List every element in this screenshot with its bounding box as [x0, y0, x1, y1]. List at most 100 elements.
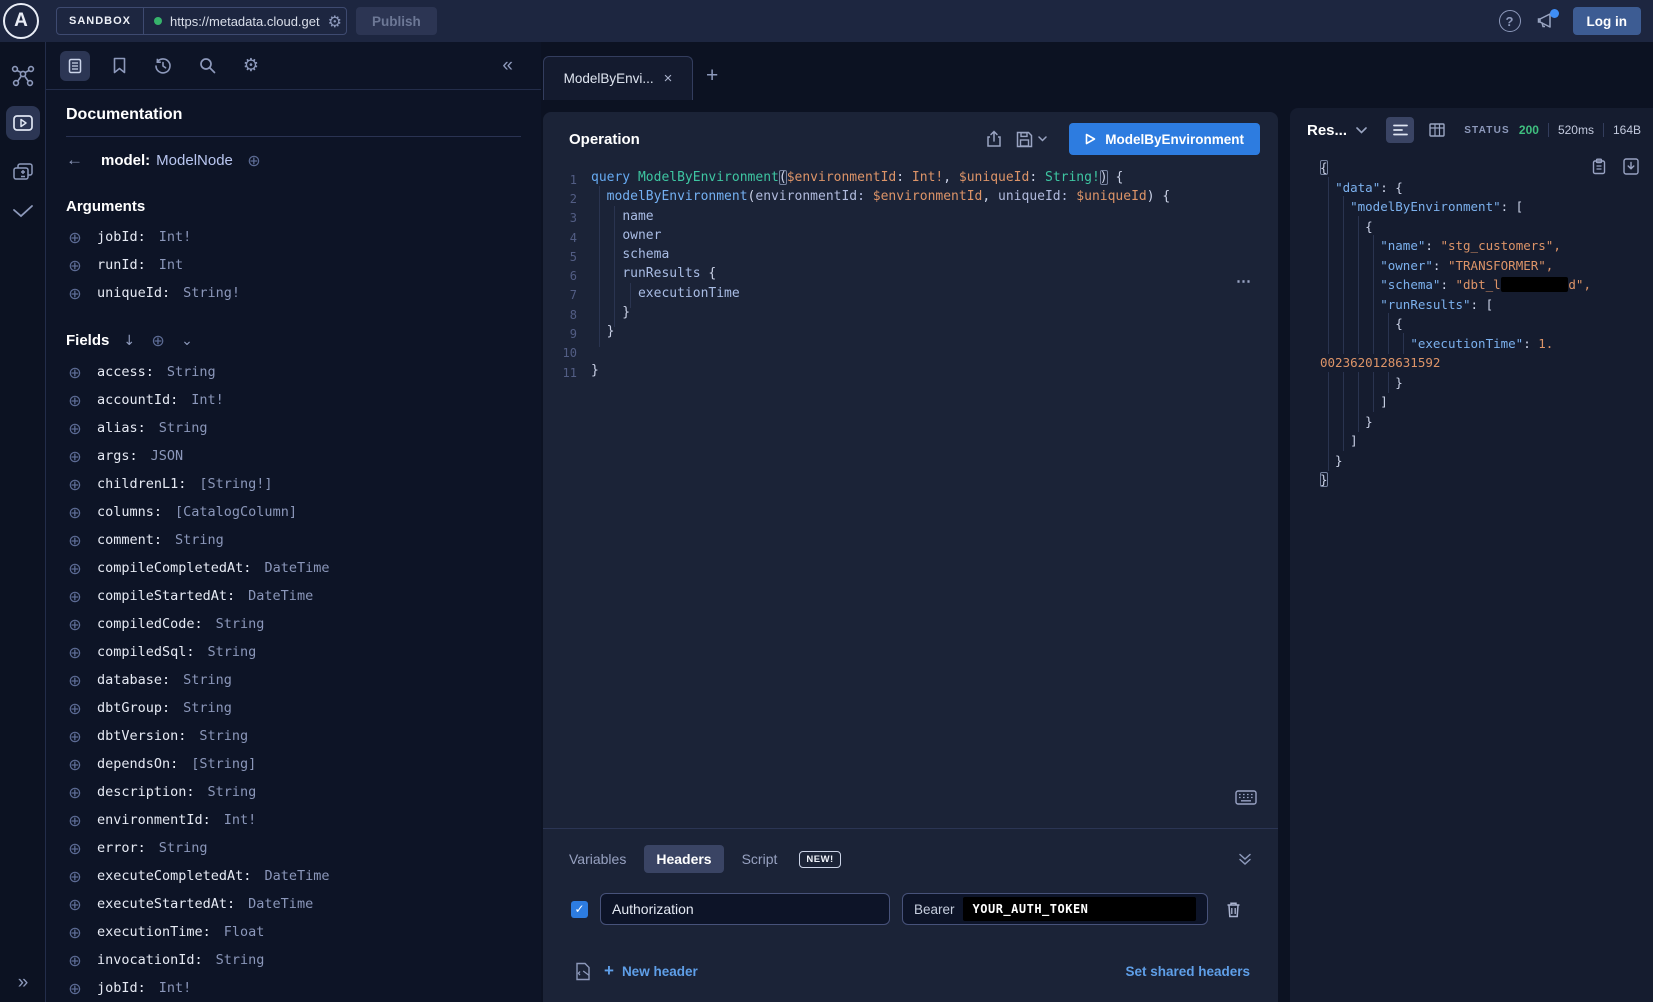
add-field-icon[interactable]: ⊕: [66, 867, 84, 886]
add-field-icon[interactable]: ⊕: [66, 979, 84, 998]
field-name[interactable]: jobId:: [97, 980, 146, 996]
field-name[interactable]: childrenL1:: [97, 476, 186, 492]
field-name[interactable]: compiledSql:: [97, 644, 195, 660]
field-type[interactable]: Int!: [191, 392, 224, 408]
add-field-icon[interactable]: ⊕: [66, 503, 84, 522]
field-name[interactable]: columns:: [97, 504, 162, 520]
sort-fields-icon[interactable]: ↓: [123, 333, 135, 349]
field-type[interactable]: String: [208, 784, 257, 800]
tab-headers[interactable]: Headers: [644, 845, 723, 873]
add-field-icon[interactable]: ⊕: [66, 755, 84, 774]
field-type[interactable]: String: [208, 644, 257, 660]
field-name[interactable]: alias:: [97, 420, 146, 436]
response-chevron-down-icon[interactable]: [1356, 127, 1367, 134]
fields-chevron-down-icon[interactable]: ⌄: [181, 333, 193, 349]
collapse-panel-icon[interactable]: «: [502, 55, 513, 77]
field-type[interactable]: String: [159, 420, 208, 436]
field-name[interactable]: runId:: [97, 257, 146, 273]
documentation-tab-icon[interactable]: [60, 51, 90, 81]
login-button[interactable]: Log in: [1573, 7, 1642, 35]
field-type[interactable]: String: [216, 616, 265, 632]
field-name[interactable]: description:: [97, 784, 195, 800]
add-field-icon[interactable]: ⊕: [66, 923, 84, 942]
field-type[interactable]: Float: [224, 924, 265, 940]
field-name[interactable]: environmentId:: [97, 812, 211, 828]
tab-variables[interactable]: Variables: [557, 845, 638, 873]
preflight-script-icon[interactable]: [575, 962, 591, 981]
field-type[interactable]: [String]: [191, 756, 256, 772]
field-type[interactable]: String: [183, 700, 232, 716]
sidebar-item-changesets[interactable]: [12, 162, 34, 182]
field-name[interactable]: database:: [97, 672, 170, 688]
response-json-viewer[interactable]: { "data": { "modelByEnvironment": [ { "n…: [1290, 152, 1653, 490]
header-value-input[interactable]: Bearer YOUR_AUTH_TOKEN: [902, 893, 1208, 925]
add-field-icon[interactable]: ⊕: [66, 475, 84, 494]
field-name[interactable]: args:: [97, 448, 138, 464]
field-type[interactable]: DateTime: [248, 588, 313, 604]
field-name[interactable]: executeCompletedAt:: [97, 868, 251, 884]
field-type[interactable]: Int!: [159, 229, 192, 245]
add-field-icon[interactable]: ⊕: [66, 419, 84, 438]
endpoint-settings-gear-icon[interactable]: ⚙: [328, 12, 342, 30]
history-icon[interactable]: [148, 51, 178, 81]
add-fields-icon[interactable]: ⊕: [149, 331, 167, 350]
field-name[interactable]: dbtGroup:: [97, 700, 170, 716]
field-type[interactable]: [String!]: [199, 476, 272, 492]
field-name[interactable]: uniqueId:: [97, 285, 170, 301]
help-icon[interactable]: ?: [1499, 10, 1521, 32]
field-type[interactable]: DateTime: [264, 868, 329, 884]
download-response-icon[interactable]: [1623, 158, 1639, 175]
save-chevron-down-icon[interactable]: [1038, 136, 1047, 142]
field-type[interactable]: DateTime: [264, 560, 329, 576]
field-name[interactable]: error:: [97, 840, 146, 856]
field-name[interactable]: compileStartedAt:: [97, 588, 235, 604]
publish-button[interactable]: Publish: [356, 7, 437, 35]
add-field-icon[interactable]: ⊕: [66, 531, 84, 550]
add-field-icon[interactable]: ⊕: [66, 284, 84, 303]
expand-rail-icon[interactable]: »: [0, 972, 46, 994]
settings-gear-icon[interactable]: ⚙: [236, 51, 266, 81]
add-field-icon[interactable]: ⊕: [66, 951, 84, 970]
field-name[interactable]: jobId:: [97, 229, 146, 245]
add-field-icon[interactable]: ⊕: [66, 587, 84, 606]
add-field-icon[interactable]: ⊕: [66, 559, 84, 578]
add-field-icon[interactable]: ⊕: [66, 699, 84, 718]
add-field-icon[interactable]: ⊕: [66, 363, 84, 382]
field-type[interactable]: String: [199, 728, 248, 744]
field-type[interactable]: String: [175, 532, 224, 548]
save-operation-icon[interactable]: [1016, 131, 1047, 148]
header-enabled-checkbox[interactable]: ✓: [571, 901, 588, 918]
share-operation-icon[interactable]: [986, 130, 1002, 148]
field-name[interactable]: accountId:: [97, 392, 178, 408]
back-arrow-icon[interactable]: ←: [66, 150, 83, 170]
add-field-icon[interactable]: ⊕: [66, 228, 84, 247]
add-field-icon[interactable]: ⊕: [66, 391, 84, 410]
set-shared-headers-link[interactable]: Set shared headers: [1125, 964, 1250, 979]
add-field-icon[interactable]: ⊕: [66, 783, 84, 802]
field-type[interactable]: DateTime: [248, 896, 313, 912]
field-type[interactable]: Int!: [224, 812, 257, 828]
field-name[interactable]: dbtVersion:: [97, 728, 186, 744]
auth-token-value[interactable]: YOUR_AUTH_TOKEN: [963, 897, 1196, 921]
raw-view-toggle-icon[interactable]: [1386, 117, 1414, 143]
field-name[interactable]: executeStartedAt:: [97, 896, 235, 912]
new-tab-icon[interactable]: +: [706, 64, 718, 88]
operation-tab[interactable]: ModelByEnvi... ×: [543, 56, 693, 100]
field-name[interactable]: comment:: [97, 532, 162, 548]
header-key-input[interactable]: Authorization: [600, 893, 890, 925]
add-field-icon[interactable]: ⊕: [66, 256, 84, 275]
collapse-section-icon[interactable]: [1238, 853, 1252, 866]
sidebar-item-checks[interactable]: [12, 204, 34, 218]
field-name[interactable]: executionTime:: [97, 924, 211, 940]
copy-response-icon[interactable]: [1592, 158, 1606, 175]
announcements-button[interactable]: [1537, 12, 1557, 30]
table-view-toggle-icon[interactable]: [1423, 117, 1451, 143]
field-type[interactable]: String: [216, 952, 265, 968]
sidebar-item-explorer[interactable]: [6, 106, 40, 140]
add-field-icon[interactable]: ⊕: [66, 727, 84, 746]
field-name[interactable]: access:: [97, 364, 154, 380]
endpoint-chip[interactable]: SANDBOX https://metadata.cloud.get ⚙: [56, 7, 347, 35]
add-field-icon[interactable]: ⊕: [66, 615, 84, 634]
field-name[interactable]: compileCompletedAt:: [97, 560, 251, 576]
keyboard-shortcuts-icon[interactable]: [1235, 790, 1257, 805]
